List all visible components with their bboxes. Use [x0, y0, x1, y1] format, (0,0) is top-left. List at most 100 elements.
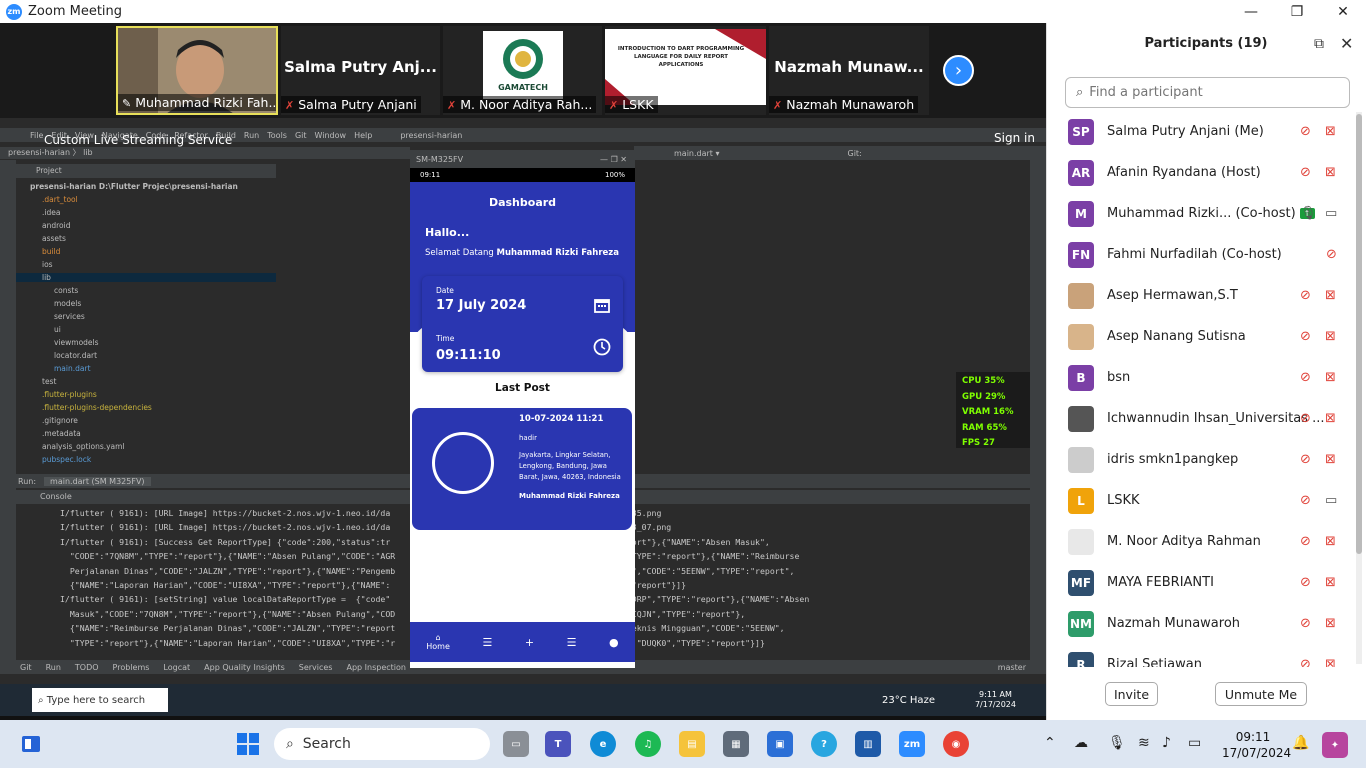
mic-muted-icon[interactable]: ⊘	[1300, 616, 1311, 631]
run-config-select: main.dart ▾	[674, 148, 720, 158]
store-icon[interactable]: ▣	[767, 731, 793, 757]
file-explorer-icon[interactable]: ▤	[679, 731, 705, 757]
camera-icon[interactable]: ▭	[1325, 493, 1337, 508]
camera-off-icon[interactable]: ⊠	[1325, 329, 1336, 344]
participant-scrollbar[interactable]	[1356, 112, 1362, 664]
mic-muted-icon[interactable]: ⊘	[1300, 370, 1311, 385]
microphone-icon[interactable]: 🎙	[1108, 735, 1126, 751]
restore-button[interactable]: ❐	[1274, 0, 1320, 23]
video-tile[interactable]: Salma Putry Anj... ✗ Salma Putry Anjani	[281, 26, 440, 115]
minimize-button[interactable]: —	[1228, 0, 1274, 23]
nav-home[interactable]: ⌂ Home	[426, 633, 450, 651]
teams-icon[interactable]: T	[545, 731, 571, 757]
camera-off-icon[interactable]: ⊠	[1325, 124, 1336, 139]
spotify-icon[interactable]: ♫	[635, 731, 661, 757]
camera-off-icon[interactable]: ⊠	[1325, 616, 1336, 631]
close-icon[interactable]: ✕	[1340, 34, 1353, 53]
list-icon[interactable]: ☰	[482, 636, 492, 649]
camera-off-icon[interactable]: ⊠	[1325, 452, 1336, 467]
battery-icon[interactable]: ▭	[1188, 735, 1201, 751]
participant-row[interactable]: Asep Nanang Sutisna ⊘ ⊠	[1046, 316, 1356, 357]
mic-muted-icon[interactable]: ⊘	[1300, 329, 1311, 344]
cloud-icon[interactable]: ☁	[1074, 735, 1088, 751]
avatar: FN	[1068, 241, 1094, 268]
participant-row[interactable]: M Muhammad Rizki... (Co-host) ↑ 🎙 ▭	[1046, 193, 1356, 234]
wifi-icon[interactable]: ≋	[1138, 735, 1150, 751]
camera-off-icon[interactable]: ⊠	[1325, 288, 1336, 303]
camera-off-icon[interactable]: ⊠	[1325, 534, 1336, 549]
post-card[interactable]: 10-07-2024 11:21 hadir Jayakarta, Lingka…	[412, 408, 632, 530]
start-button[interactable]	[236, 732, 260, 756]
copilot-icon[interactable]: ✦	[1322, 732, 1348, 758]
help-icon[interactable]: ?	[811, 731, 837, 757]
video-tile[interactable]: INTRODUCTION TO DART PROGRAMMING LANGUAG…	[605, 26, 766, 115]
mic-muted-icon[interactable]: ⊘	[1300, 124, 1311, 139]
slide-thumbnail: INTRODUCTION TO DART PROGRAMMING LANGUAG…	[605, 29, 766, 105]
mic-muted-icon[interactable]: ⊘	[1326, 247, 1337, 262]
add-icon[interactable]: +	[525, 636, 534, 649]
tree-item: .gitignore	[42, 416, 78, 425]
participant-search-input[interactable]	[1089, 85, 1330, 100]
edge-icon[interactable]: e	[590, 731, 616, 757]
camera-icon[interactable]: ▭	[1325, 206, 1337, 221]
camera-off-icon[interactable]: ⊠	[1325, 165, 1336, 180]
participant-row[interactable]: Bbsn ⊘ ⊠	[1046, 357, 1356, 398]
fps-stat: FPS 27	[962, 438, 995, 448]
camera-off-icon[interactable]: ⊠	[1325, 575, 1336, 590]
participant-row[interactable]: L LSKK ⊘ ▭	[1046, 480, 1356, 521]
participant-row[interactable]: NM Nazmah Munawaroh ⊘ ⊠	[1046, 603, 1356, 644]
participant-row[interactable]: SP Salma Putry Anjani (Me) ⊘ ⊠	[1046, 111, 1356, 152]
mic-muted-icon[interactable]: ⊘	[1300, 493, 1311, 508]
mic-muted-icon[interactable]: ⊘	[1300, 534, 1311, 549]
list-icon[interactable]: ☰	[567, 636, 577, 649]
zoom-icon[interactable]: zm	[899, 731, 925, 757]
tree-item: viewmodels	[54, 338, 99, 347]
next-page-button[interactable]: ›	[943, 55, 974, 86]
mic-muted-icon[interactable]: ⊘	[1300, 657, 1311, 667]
widgets-icon[interactable]	[20, 733, 42, 755]
profile-icon[interactable]: ●	[609, 636, 619, 649]
popout-icon[interactable]: ⧉	[1314, 36, 1324, 52]
invite-button[interactable]: Invite	[1105, 682, 1158, 706]
camera-off-icon[interactable]: ⊠	[1325, 657, 1336, 667]
participant-name: Asep Hermawan,S.T	[1107, 288, 1238, 303]
camera-off-icon[interactable]: ⊠	[1325, 411, 1336, 426]
participant-row[interactable]: M. Noor Aditya Rahman ⊘ ⊠	[1046, 521, 1356, 562]
video-tile[interactable]: Nazmah Munaw... ✗ Nazmah Munawaroh	[769, 26, 929, 115]
mic-muted-icon[interactable]: ⊘	[1300, 575, 1311, 590]
video-tile[interactable]: ✎ Muhammad Rizki Fah...	[116, 26, 278, 115]
shared-taskbar: ⌕ Type here to search 23°C Haze 9:11 AM 7…	[0, 684, 1046, 716]
avatar: B	[1068, 364, 1094, 391]
close-window-button[interactable]: ✕	[1320, 0, 1366, 23]
mic-muted-icon[interactable]: ⊘	[1300, 288, 1311, 303]
volume-icon[interactable]: ♪	[1162, 735, 1171, 751]
mic-muted-icon[interactable]: ⊘	[1300, 452, 1311, 467]
participant-row[interactable]: idris smkn1pangkep ⊘ ⊠	[1046, 439, 1356, 480]
news-icon[interactable]: ▥	[855, 731, 881, 757]
tree-item: pubspec.lock	[42, 455, 92, 464]
participant-row[interactable]: R Rizal Setiawan ⊘ ⊠	[1046, 644, 1356, 667]
calculator-icon[interactable]: ▦	[723, 731, 749, 757]
chevron-up-icon[interactable]: ⌃	[1044, 735, 1056, 751]
signin-link[interactable]: Sign in	[994, 131, 1035, 145]
chrome-icon[interactable]: ◉	[943, 731, 969, 757]
notification-bell-icon[interactable]: 🔔	[1292, 735, 1309, 751]
participant-row[interactable]: MF MAYA FEBRIANTI ⊘ ⊠	[1046, 562, 1356, 603]
cpu-stat: CPU 35%	[962, 376, 1005, 386]
participant-row[interactable]: Ichwannudin Ihsan_Universitas ... ⊘ ⊠	[1046, 398, 1356, 439]
mic-muted-icon[interactable]: ⊘	[1300, 411, 1311, 426]
mic-muted-icon[interactable]: ⊘	[1300, 165, 1311, 180]
participant-row[interactable]: AR Afanin Ryandana (Host) ⊘ ⊠	[1046, 152, 1356, 193]
unmute-me-button[interactable]: Unmute Me	[1215, 682, 1307, 706]
participant-row[interactable]: FN Fahmi Nurfadilah (Co-host) ⊘	[1046, 234, 1356, 275]
participant-search[interactable]: ⌕	[1065, 77, 1350, 108]
mic-icon[interactable]: 🎙	[1300, 206, 1317, 221]
gpu-stat: GPU 29%	[962, 391, 1006, 402]
tile-name: ✗ M. Noor Aditya Rah...	[443, 96, 597, 113]
taskbar-clock[interactable]: 09:11 17/07/2024	[1222, 729, 1291, 761]
participant-row[interactable]: Asep Hermawan,S.T ⊘ ⊠	[1046, 275, 1356, 316]
video-tile[interactable]: GAMATECH ✗ M. Noor Aditya Rah...	[443, 26, 602, 115]
task-view-icon[interactable]: ▭	[503, 731, 529, 757]
camera-off-icon[interactable]: ⊠	[1325, 370, 1336, 385]
taskbar-search[interactable]: ⌕ Search	[274, 728, 490, 760]
